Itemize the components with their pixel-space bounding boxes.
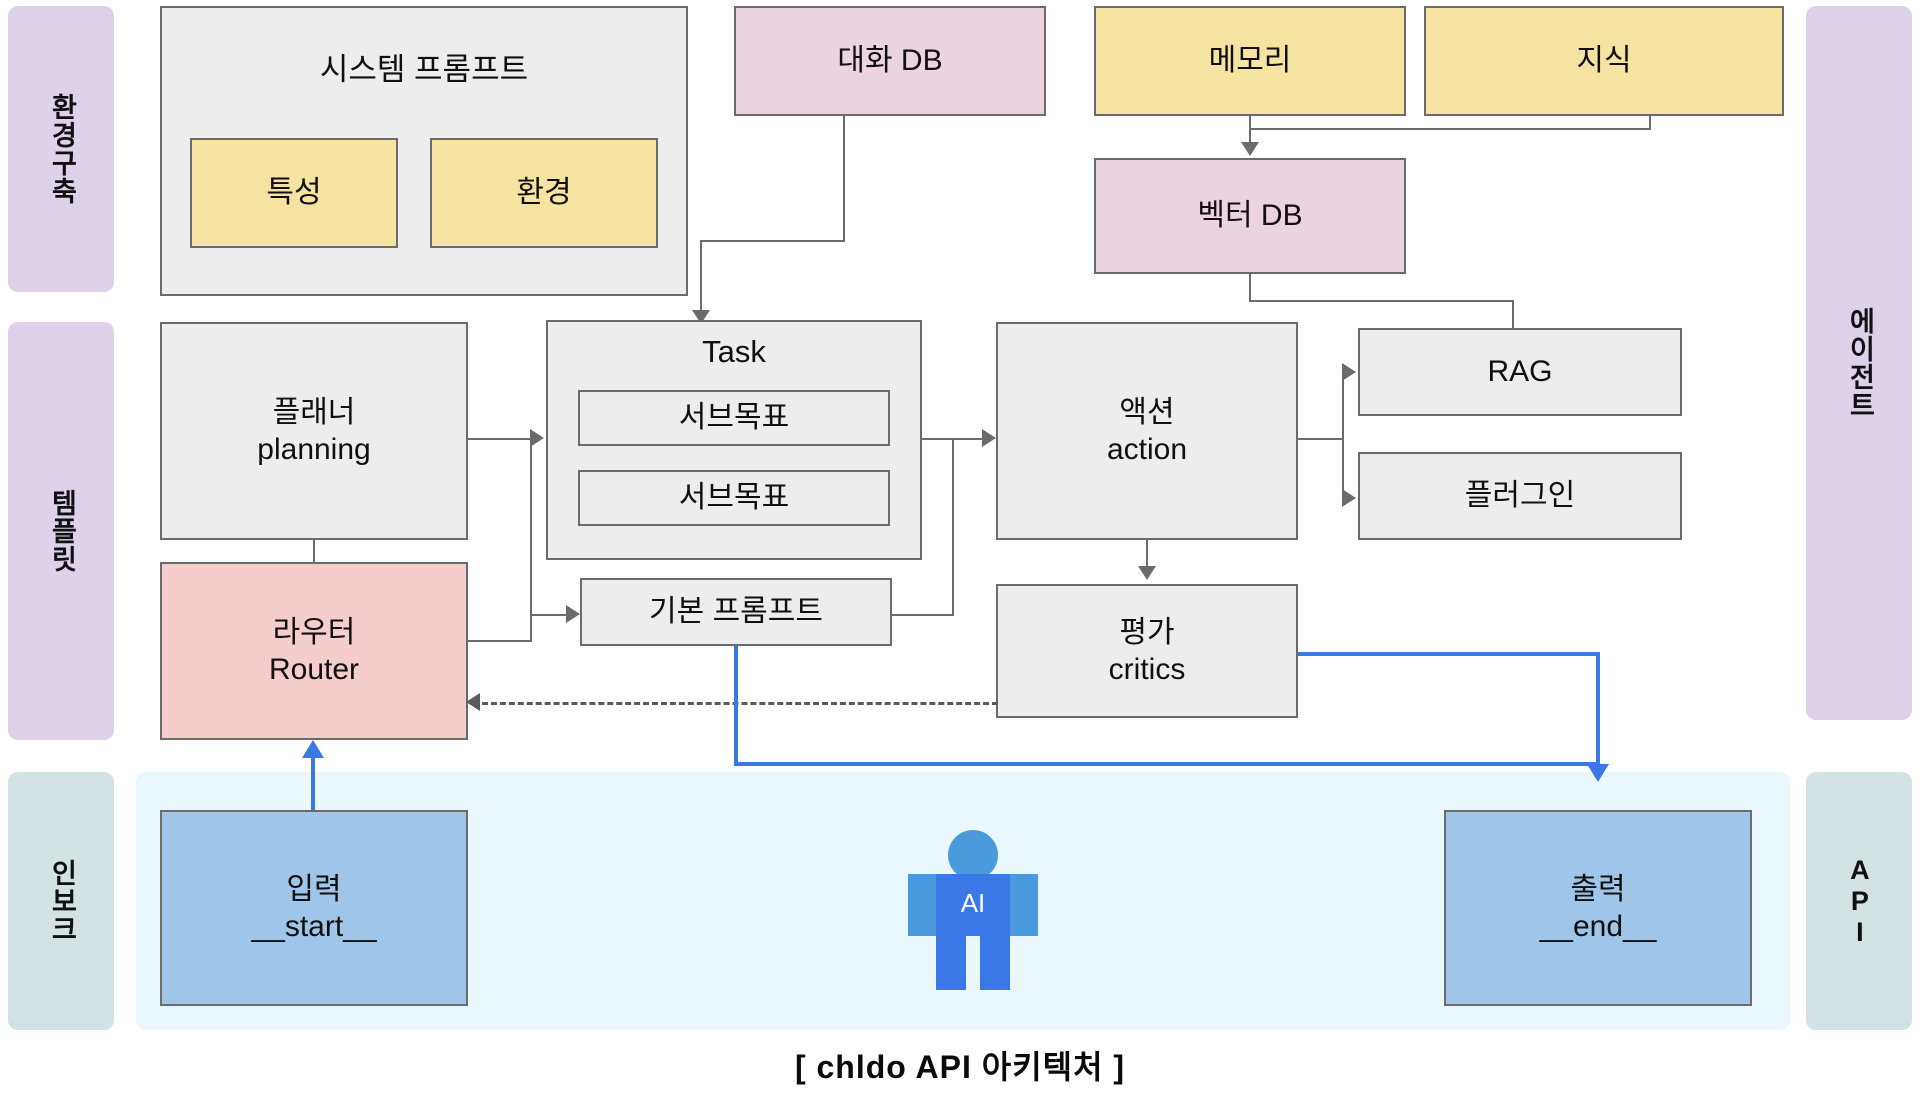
edge-baseprompt-blue-right <box>734 762 1600 766</box>
node-router[interactable]: 라우터 Router <box>160 562 468 740</box>
node-trait[interactable]: 특성 <box>190 138 398 248</box>
node-vector-db[interactable]: 벡터 DB <box>1094 158 1406 274</box>
rail-agent: 에이전트 <box>1806 6 1912 720</box>
node-rag[interactable]: RAG <box>1358 328 1682 416</box>
diagram-caption: [ chldo API 아키텍처 ] <box>794 1049 1126 1085</box>
rail-agent-label: 에이전트 <box>1844 307 1875 419</box>
node-memory[interactable]: 메모리 <box>1094 6 1406 116</box>
arrowhead-critics <box>1138 566 1156 580</box>
arrowhead-baseprompt <box>566 605 580 623</box>
rail-env-build-label: 환경구축 <box>46 93 77 205</box>
rail-env-build: 환경구축 <box>8 6 114 292</box>
node-subgoal-2[interactable]: 서브목표 <box>578 470 890 526</box>
rail-api-label: API <box>1844 854 1875 948</box>
ai-head <box>948 830 998 880</box>
edge-critics-blue-down <box>1596 652 1600 770</box>
node-action[interactable]: 액션 action <box>996 322 1298 540</box>
node-subgoal-1[interactable]: 서브목표 <box>578 390 890 446</box>
ai-label: AI <box>960 888 986 918</box>
node-chat-db[interactable]: 대화 DB <box>734 6 1046 116</box>
edge-chatdb-down2 <box>700 240 702 312</box>
edge-action-split <box>1298 438 1344 440</box>
arrowhead-vectordb <box>1241 142 1259 156</box>
edge-planner-task <box>468 438 532 440</box>
node-start[interactable]: 입력 __start__ <box>160 810 468 1006</box>
node-environment[interactable]: 환경 <box>430 138 658 248</box>
node-plugin[interactable]: 플러그인 <box>1358 452 1682 540</box>
edge-critics-router-dashed <box>482 702 998 705</box>
ai-leg-right <box>980 936 1010 990</box>
architecture-diagram: 환경구축 템플릿 인보크 에이전트 API 시스템 프롬프트 특성 환경 대화 … <box>0 0 1920 1096</box>
rail-template: 템플릿 <box>8 322 114 740</box>
edge-baseprompt-up <box>952 438 954 616</box>
node-knowledge[interactable]: 지식 <box>1424 6 1784 116</box>
edge-vectordb-right <box>1249 300 1514 302</box>
task-title: Task <box>702 334 766 369</box>
ai-person-icon: AI <box>908 830 1038 990</box>
arrowhead-rag <box>1342 363 1356 381</box>
arrowhead-task-left <box>530 429 544 447</box>
edge-critics-blue-right <box>1298 652 1600 656</box>
edge-memory-vectordb <box>1249 116 1251 144</box>
edge-action-critics <box>1146 540 1148 568</box>
node-planner[interactable]: 플래너 planning <box>160 322 468 540</box>
node-base-prompt[interactable]: 기본 프롬프트 <box>580 578 892 646</box>
system-prompt-title: 시스템 프롬프트 <box>319 52 529 87</box>
edge-chatdb-left <box>700 240 845 242</box>
edge-planner-router <box>313 540 315 564</box>
edge-knowledge-left <box>1249 128 1651 130</box>
ai-leg-left <box>936 936 966 990</box>
arrowhead-router-feedback <box>466 693 480 711</box>
edge-action-split-v <box>1342 372 1344 500</box>
rail-inbox-label: 인보크 <box>46 859 77 943</box>
node-end[interactable]: 출력 __end__ <box>1444 810 1752 1006</box>
arrowhead-plugin <box>1342 489 1356 507</box>
edge-baseprompt-right <box>892 614 954 616</box>
edge-vectordb-to-rag <box>1512 300 1514 328</box>
edge-vectordb-down <box>1249 274 1251 302</box>
edge-router-right <box>468 640 532 642</box>
rail-template-label: 템플릿 <box>46 489 77 573</box>
arrowhead-router-start <box>302 740 324 758</box>
arrowhead-end <box>1587 764 1609 782</box>
rail-api: API <box>1806 772 1912 1030</box>
node-critics[interactable]: 평가 critics <box>996 584 1298 718</box>
edge-chatdb-down <box>843 116 845 242</box>
rail-inbox: 인보크 <box>8 772 114 1030</box>
edge-router-baseprompt <box>530 614 568 616</box>
edge-router-up <box>530 438 532 642</box>
edge-baseprompt-blue-down <box>734 646 738 766</box>
arrowhead-action-left <box>982 429 996 447</box>
